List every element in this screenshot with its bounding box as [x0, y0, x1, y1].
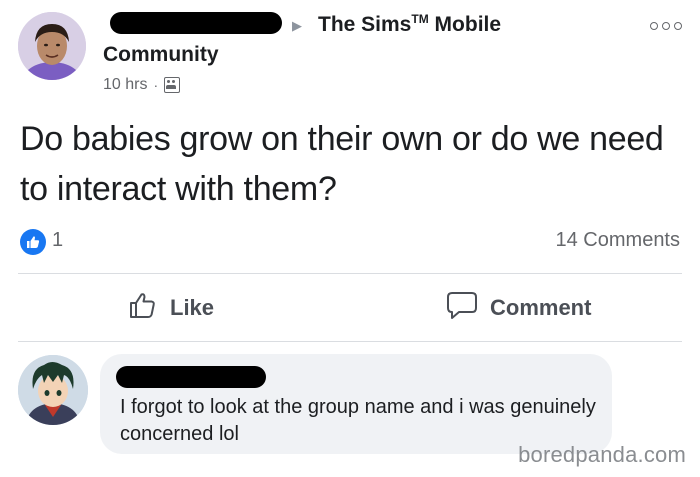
divider-top	[18, 273, 682, 274]
redacted-commenter-name	[116, 366, 266, 388]
author-avatar[interactable]	[18, 12, 86, 80]
group-name-line2[interactable]: Community	[103, 43, 219, 67]
divider-bottom	[18, 341, 682, 342]
comments-count-link[interactable]: 14 Comments	[556, 229, 681, 252]
post-meta: 10 hrs ·	[103, 76, 181, 94]
facebook-post: ▶ The SimsTM Mobile Community 10 hrs · D…	[0, 0, 700, 477]
group-name-suffix: Mobile	[434, 13, 502, 36]
group-name-link[interactable]: The SimsTM Mobile	[318, 12, 501, 37]
group-name-text: The Sims	[318, 13, 412, 36]
trademark-mark: TM	[411, 12, 429, 26]
shared-to-arrow-icon: ▶	[292, 18, 302, 33]
post-text: Do babies grow on their own or do we nee…	[20, 120, 664, 208]
commenter-avatar[interactable]	[18, 355, 88, 425]
thumbs-up-icon[interactable]	[20, 229, 46, 255]
comment-button[interactable]: Comment	[446, 288, 591, 328]
comment-button-label: Comment	[490, 295, 592, 320]
like-button-label: Like	[170, 295, 215, 320]
post-timestamp[interactable]: 10 hrs	[103, 76, 147, 94]
speech-bubble-icon	[446, 290, 478, 326]
group-privacy-icon	[164, 77, 181, 93]
watermark: boredpanda.com	[518, 442, 686, 467]
thumbs-up-outline-icon	[128, 290, 158, 326]
comment-text: I forgot to look at the group name and i…	[120, 396, 596, 445]
like-button[interactable]: Like	[128, 288, 214, 328]
reaction-count[interactable]: 1	[52, 229, 63, 252]
meta-separator: ·	[153, 77, 159, 93]
redacted-author-name	[110, 12, 282, 34]
more-options-icon[interactable]	[650, 22, 682, 30]
